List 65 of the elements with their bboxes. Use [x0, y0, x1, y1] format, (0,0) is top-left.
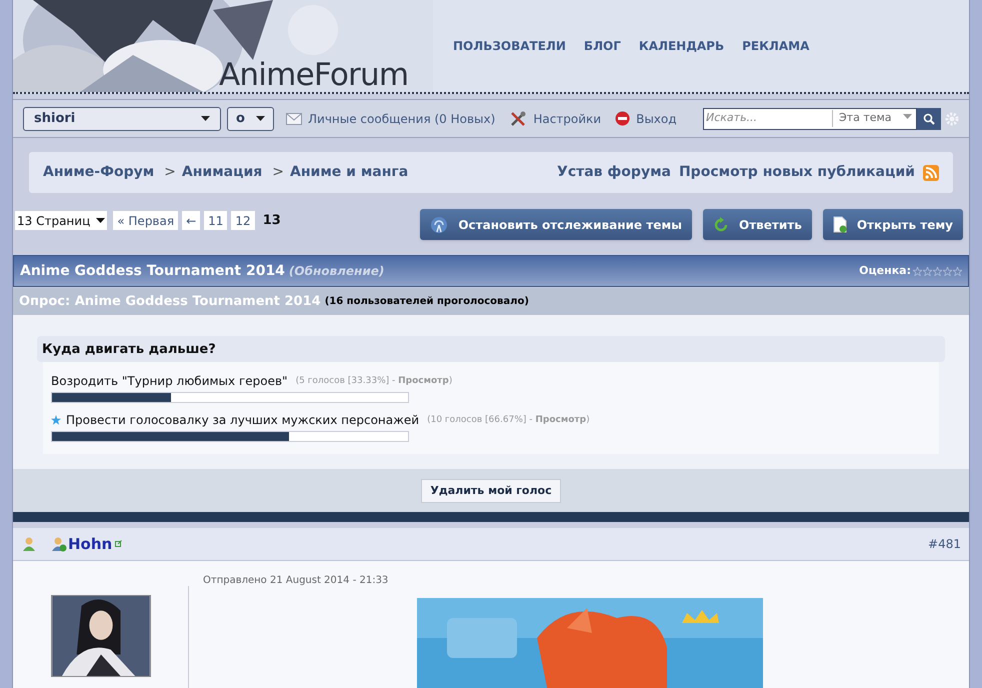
topic-action-button[interactable]: Остановить отслеживание темы	[420, 209, 692, 240]
settings-icon[interactable]	[945, 112, 959, 126]
toolbar-link[interactable]: Личные сообщения (0 Новых)	[308, 110, 496, 128]
forum-link[interactable]: Устав форума	[557, 162, 671, 184]
search-icon	[923, 112, 935, 125]
site-logo[interactable]: AnimeForum	[219, 52, 408, 92]
topic-title: Anime Goddess Tournament 2014	[20, 262, 285, 281]
user-add-icon[interactable]	[51, 536, 67, 552]
star-icon	[51, 415, 61, 426]
star-icon[interactable]	[933, 266, 942, 276]
tools-icon	[509, 110, 528, 128]
toolbar-link[interactable]: Выход	[636, 110, 677, 128]
search-field[interactable]: Искать... Эта тема	[703, 108, 917, 130]
scope-dropdown[interactable]: Эта тема	[832, 110, 916, 127]
breadcrumb-link[interactable]: Анимация	[182, 162, 262, 184]
breadcrumb-link[interactable]: Аниме и манга	[290, 162, 408, 184]
nav-link[interactable]: РЕКЛАМА	[742, 37, 810, 55]
topic-action-button[interactable]: Ответить	[703, 209, 812, 240]
refresh-icon	[713, 216, 730, 232]
page-link[interactable]: 11	[204, 211, 228, 230]
poll-option-stats: (5 голосов [33.33%] - Просмотр)	[296, 374, 452, 388]
star-icon[interactable]	[913, 266, 922, 276]
caret-icon	[201, 116, 210, 122]
star-icon[interactable]	[953, 266, 962, 276]
search-button[interactable]	[917, 108, 941, 130]
poll-question: Куда двигать дальше?	[37, 336, 945, 362]
forum-link[interactable]: Просмотр новых публикаций	[678, 162, 915, 184]
poll-option-label: Возродить "Турнир любимых героев"	[51, 373, 288, 390]
nav-link[interactable]: БЛОГ	[584, 37, 621, 55]
delete-vote-button[interactable]: Удалить мой голос	[421, 478, 561, 503]
topic-note: (Обновление)	[288, 263, 384, 280]
page-link[interactable]: 12	[231, 211, 255, 230]
breadcrumb-separator: >	[272, 163, 284, 182]
poll-title: Опрос: Anime Goddess Tournament 2014	[19, 293, 321, 312]
breadcrumb-separator: >	[164, 163, 176, 182]
previous-page-link[interactable]: ←	[182, 211, 200, 230]
first-page-link[interactable]: « Первая	[113, 211, 178, 230]
poll-votes: (16 пользователей проголосовало)	[324, 295, 529, 310]
breadcrumb-link[interactable]: Аниме-Форум	[43, 162, 154, 184]
nav-link[interactable]: ПОЛЬЗОВАТЕЛИ	[453, 37, 566, 55]
nav-link[interactable]: КАЛЕНДАРЬ	[638, 37, 724, 55]
star-icon[interactable]	[923, 266, 932, 276]
stop-icon	[615, 111, 630, 126]
antenna-icon	[430, 216, 448, 234]
star-icon[interactable]	[943, 266, 952, 276]
user-dropdown[interactable]: shiori	[23, 106, 221, 131]
poll-option-stats: (10 голосов [66.67%] - Просмотр)	[427, 414, 590, 427]
document-icon	[832, 216, 847, 233]
caret-icon	[903, 114, 912, 120]
toolbar-link[interactable]: Настройки	[533, 110, 602, 128]
user-icon	[21, 536, 37, 552]
post-number-link[interactable]: #481	[928, 534, 961, 553]
author-link[interactable]: Hohn	[68, 532, 112, 556]
caret-icon	[96, 218, 106, 223]
poll-option-label: Провести голосовалку за лучших мужских персонажей	[66, 412, 420, 430]
page-link[interactable]: 13	[258, 211, 285, 230]
mail-icon	[286, 112, 302, 125]
rating-label: Оценка:	[859, 262, 911, 279]
caret-icon	[256, 116, 265, 122]
external-link-icon[interactable]	[115, 540, 122, 548]
topic-action-button[interactable]: Открыть тему	[822, 209, 963, 240]
status-dropdown[interactable]: o	[227, 106, 274, 131]
post-date: Отправлено 21 August 2014 - 21:33	[203, 574, 390, 588]
pages-dropdown[interactable]: 13 Страниц	[15, 211, 108, 230]
rss-icon[interactable]	[923, 164, 939, 181]
